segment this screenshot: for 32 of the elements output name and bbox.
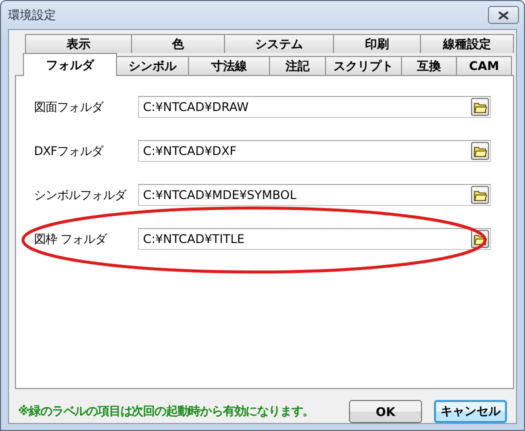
path-field[interactable]: C:¥NTCAD¥DRAW — [138, 96, 491, 118]
folder-label: DXFフォルダ — [34, 142, 104, 160]
tab[interactable]: システム — [224, 34, 334, 53]
browse-button[interactable] — [471, 142, 489, 160]
tab[interactable]: 表示 — [25, 34, 132, 53]
tab[interactable]: 線種設定 — [420, 34, 514, 53]
window-title: 環境設定 — [8, 6, 57, 24]
close-icon — [498, 10, 509, 20]
tab[interactable]: 互換 — [401, 56, 457, 75]
path-field[interactable]: C:¥NTCAD¥DXF — [138, 140, 491, 162]
path-field[interactable]: C:¥NTCAD¥MDE¥SYMBOL — [138, 184, 491, 206]
tab[interactable]: 寸法線 — [188, 56, 270, 75]
dialog-button[interactable]: キャンセル — [434, 400, 507, 423]
browse-button[interactable] — [471, 186, 489, 204]
folder-label: 図枠 フォルダ — [34, 230, 108, 248]
folder-label: 図面フォルダ — [34, 98, 105, 116]
tab[interactable]: 色 — [131, 34, 225, 53]
restart-note: ※緑のラベルの項目は次回の起動時から有効になります。 — [18, 403, 316, 420]
folder-icon — [474, 146, 486, 156]
close-button[interactable] — [488, 6, 519, 24]
folder-label: シンボルフォルダ — [34, 186, 128, 204]
tab[interactable]: 注記 — [269, 56, 326, 75]
path-field[interactable]: C:¥NTCAD¥TITLE — [138, 228, 491, 250]
tab[interactable]: フォルダ — [23, 53, 117, 76]
tab[interactable]: 印刷 — [333, 34, 421, 53]
folder-icon — [474, 190, 486, 200]
folder-icon — [474, 102, 486, 112]
tab[interactable]: シンボル — [116, 56, 189, 75]
tab[interactable]: CAM — [456, 56, 512, 75]
dialog-button[interactable]: OK — [349, 400, 422, 423]
tab[interactable]: スクリプト — [325, 56, 402, 75]
browse-button[interactable] — [471, 98, 489, 116]
